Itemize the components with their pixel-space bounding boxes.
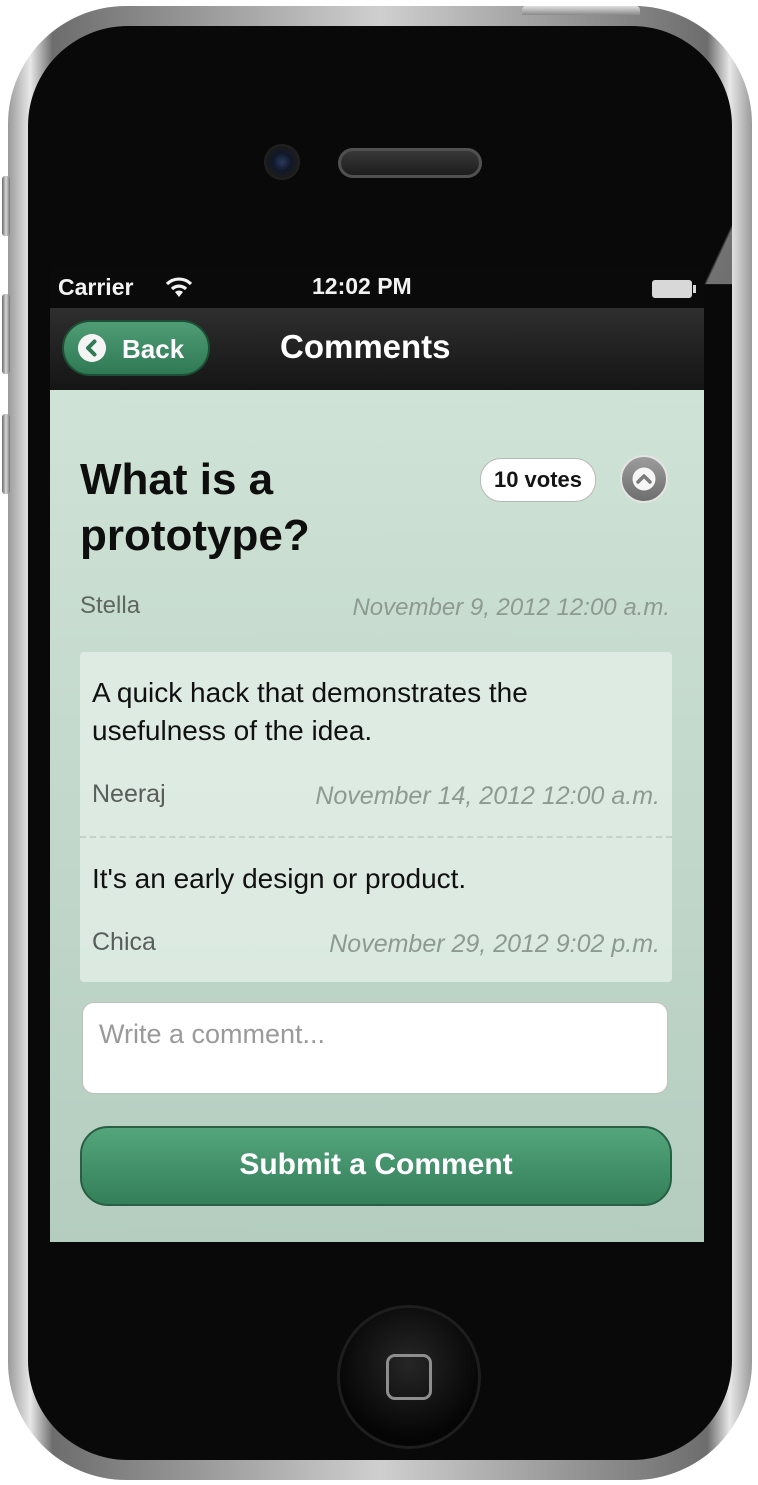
comment-author: Neeraj xyxy=(92,780,166,808)
navigation-bar: Back Comments xyxy=(50,308,704,391)
comment-divider xyxy=(80,836,672,838)
page-title: Comments xyxy=(280,328,451,365)
comment-author: Chica xyxy=(92,928,156,956)
submit-comment-button[interactable]: Submit a Comment xyxy=(80,1126,672,1206)
comment-text: A quick hack that demonstrates the usefu… xyxy=(92,677,528,746)
front-camera xyxy=(264,144,300,180)
upvote-button[interactable] xyxy=(620,455,668,503)
carrier-label: Carrier xyxy=(58,274,134,300)
home-button[interactable] xyxy=(340,1308,478,1446)
status-time: 12:02 PM xyxy=(312,273,412,299)
question-author: Stella xyxy=(80,592,141,619)
comment-input[interactable] xyxy=(82,1002,668,1094)
app-screen: Carrier 12:02 PM Back Comments What is a… xyxy=(50,266,704,1242)
comment-date: November 14, 2012 12:00 a.m. xyxy=(315,782,660,810)
back-button-label: Back xyxy=(122,334,185,364)
wifi-icon xyxy=(165,277,193,297)
question-detail: What is a prototype? 10 votes Stella Nov… xyxy=(50,390,704,1242)
mute-switch xyxy=(2,176,10,236)
question-date: November 9, 2012 12:00 a.m. xyxy=(352,594,670,621)
home-square-icon xyxy=(386,1354,432,1400)
vote-count-badge: 10 votes xyxy=(480,458,596,502)
comments-list: A quick hack that demonstrates the usefu… xyxy=(80,652,672,982)
volume-down-button xyxy=(2,414,10,494)
battery-full-icon xyxy=(652,280,696,298)
power-button xyxy=(522,6,640,15)
status-bar: Carrier 12:02 PM xyxy=(50,266,704,308)
comment-date: November 29, 2012 9:02 p.m. xyxy=(329,930,660,958)
question-title: What is a prototype? xyxy=(80,455,310,560)
earpiece-speaker xyxy=(338,148,482,178)
chevron-left-circle-icon xyxy=(78,334,106,362)
chevron-up-circle-icon xyxy=(632,467,656,491)
back-button[interactable]: Back xyxy=(62,320,210,376)
volume-up-button xyxy=(2,294,10,374)
comment-text: It's an early design or product. xyxy=(92,863,467,894)
